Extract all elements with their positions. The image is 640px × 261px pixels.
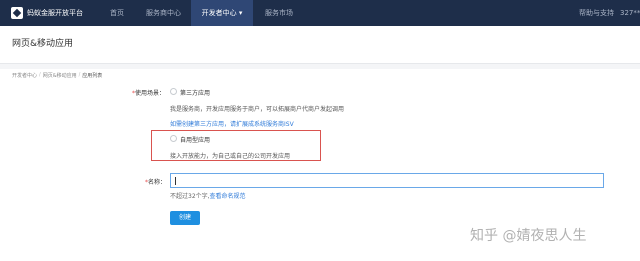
zhihu-watermark: 知乎 @婧夜思人生 [470, 228, 587, 244]
brand[interactable]: 蚂蚁金服开放平台 [11, 7, 103, 19]
nav-help-link[interactable]: 帮助与支持 [579, 0, 614, 26]
scenario-label-text: 使用场景： [135, 90, 166, 97]
naming-rules-link[interactable]: 查看命名规范 [210, 193, 246, 200]
nav-user-account[interactable]: 327** [620, 0, 640, 26]
scenario-label: *使用场景： [132, 88, 165, 97]
nav-item-home[interactable]: 首页 [110, 0, 124, 26]
breadcrumb-developer-center[interactable]: 开发者中心 [12, 72, 37, 79]
nav-item-developer-center[interactable]: 开发者中心 ▾ [191, 0, 253, 26]
title-divider [0, 63, 640, 69]
third-party-isv-link[interactable]: 如需创建第三方应用，请扩展成系统服务商ISV [170, 119, 294, 128]
name-input[interactable] [170, 173, 604, 188]
top-navigation-bar: 蚂蚁金服开放平台 首页 服务商中心 开发者中心 ▾ 服务市场 帮助与支持 327… [0, 0, 640, 26]
create-button[interactable]: 创建 [170, 211, 200, 225]
brand-name: 蚂蚁金服开放平台 [27, 9, 83, 17]
name-hint-text: 不超过32个字, [170, 193, 210, 200]
option-third-party-description: 我是服务商，开发应用服务于商户，可以拓展商户代商户发起调用 [170, 106, 345, 113]
page-title: 网页&移动应用 [12, 39, 74, 49]
name-label: *名称： [145, 177, 166, 186]
ant-logo-icon [11, 7, 23, 19]
name-hint: 不超过32个字,查看命名规范 [170, 191, 246, 200]
breadcrumb-separator: / [78, 72, 81, 78]
breadcrumb-web-mobile-apps[interactable]: 网页&移动应用 [43, 72, 77, 79]
option-third-party-label[interactable]: 第三方应用 [180, 88, 210, 97]
radio-third-party[interactable] [170, 88, 177, 95]
breadcrumb: 开发者中心 / 网页&移动应用 / 应用列表 [12, 72, 102, 79]
nav-item-service-market[interactable]: 服务市场 [265, 0, 293, 26]
option-self-use-label[interactable]: 自用型应用 [180, 135, 210, 144]
option-self-use-description: 接入开放能力，为自己或自己的公司开发应用 [170, 153, 291, 160]
text-caret [175, 177, 176, 185]
name-label-text: 名称： [148, 179, 167, 186]
radio-self-use[interactable] [170, 135, 177, 142]
breadcrumb-app-list: 应用列表 [82, 73, 103, 79]
nav-item-provider-center[interactable]: 服务商中心 [146, 0, 181, 26]
breadcrumb-separator: / [39, 72, 41, 78]
page-root: 蚂蚁金服开放平台 首页 服务商中心 开发者中心 ▾ 服务市场 帮助与支持 327… [0, 0, 640, 261]
